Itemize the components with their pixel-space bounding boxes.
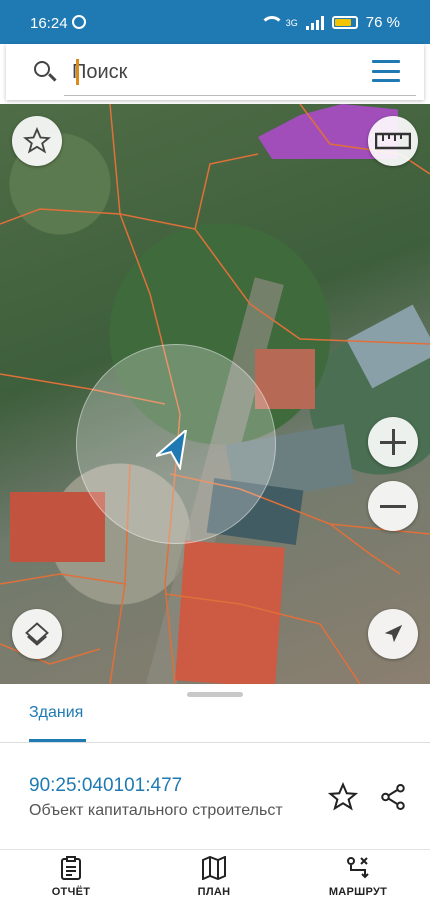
nav-report-label: ОТЧЁТ [51, 886, 91, 898]
search-bar [6, 44, 424, 100]
nav-route-button[interactable]: МАРШРУТ [308, 856, 408, 898]
share-icon[interactable] [378, 782, 408, 812]
status-bar: 16:24 3G 76 % [0, 0, 430, 44]
signal-icon [305, 15, 324, 30]
star-icon [23, 127, 51, 154]
cadastral-number-link[interactable]: 90:25:040101:477 [29, 775, 182, 797]
map-icon [202, 856, 226, 880]
wifi-icon [259, 15, 284, 30]
nav-report-button[interactable]: ОТЧЁТ [21, 856, 121, 898]
search-icon[interactable] [34, 61, 50, 77]
bottom-sheet: Здания 90:25:040101:477 Объект капитальн… [0, 684, 430, 849]
navigation-arrow-icon [384, 624, 403, 643]
ruler-button[interactable] [368, 116, 418, 166]
satellite-map[interactable] [0, 104, 430, 684]
zoom-out-button[interactable] [368, 481, 418, 531]
nav-plan-button[interactable]: ПЛАН [164, 856, 264, 898]
layers-icon [25, 622, 49, 646]
nav-plan-label: ПЛАН [197, 886, 231, 898]
plus-icon [380, 429, 406, 455]
clipboard-icon [61, 856, 81, 880]
battery-percent: 76 % [365, 14, 400, 31]
tab-buildings[interactable]: Здания [29, 704, 83, 722]
star-icon[interactable] [328, 782, 358, 812]
route-icon [347, 857, 369, 879]
ruler-icon [375, 132, 411, 150]
layers-button[interactable] [12, 609, 62, 659]
my-location-button[interactable] [368, 609, 418, 659]
location-arrow-icon [156, 430, 188, 470]
menu-icon[interactable] [372, 60, 400, 82]
sheet-drag-handle[interactable] [187, 692, 243, 697]
object-type-label: Объект капитального строительст [29, 802, 283, 819]
favorites-button[interactable] [12, 116, 62, 166]
minus-icon [380, 493, 406, 519]
search-input[interactable] [72, 58, 392, 86]
nav-route-label: МАРШРУТ [328, 886, 388, 898]
battery-icon [331, 16, 358, 29]
text-cursor [76, 59, 79, 85]
status-time: 16:24 [30, 15, 68, 32]
whatsapp-icon [72, 15, 86, 29]
search-underline [64, 95, 416, 96]
status-icons: 3G 76 % [259, 14, 400, 31]
bottom-navigation: ОТЧЁТ ПЛАН МАРШРУТ [0, 849, 430, 910]
divider [0, 742, 430, 743]
zoom-in-button[interactable] [368, 417, 418, 467]
network-type: 3G [285, 17, 298, 28]
